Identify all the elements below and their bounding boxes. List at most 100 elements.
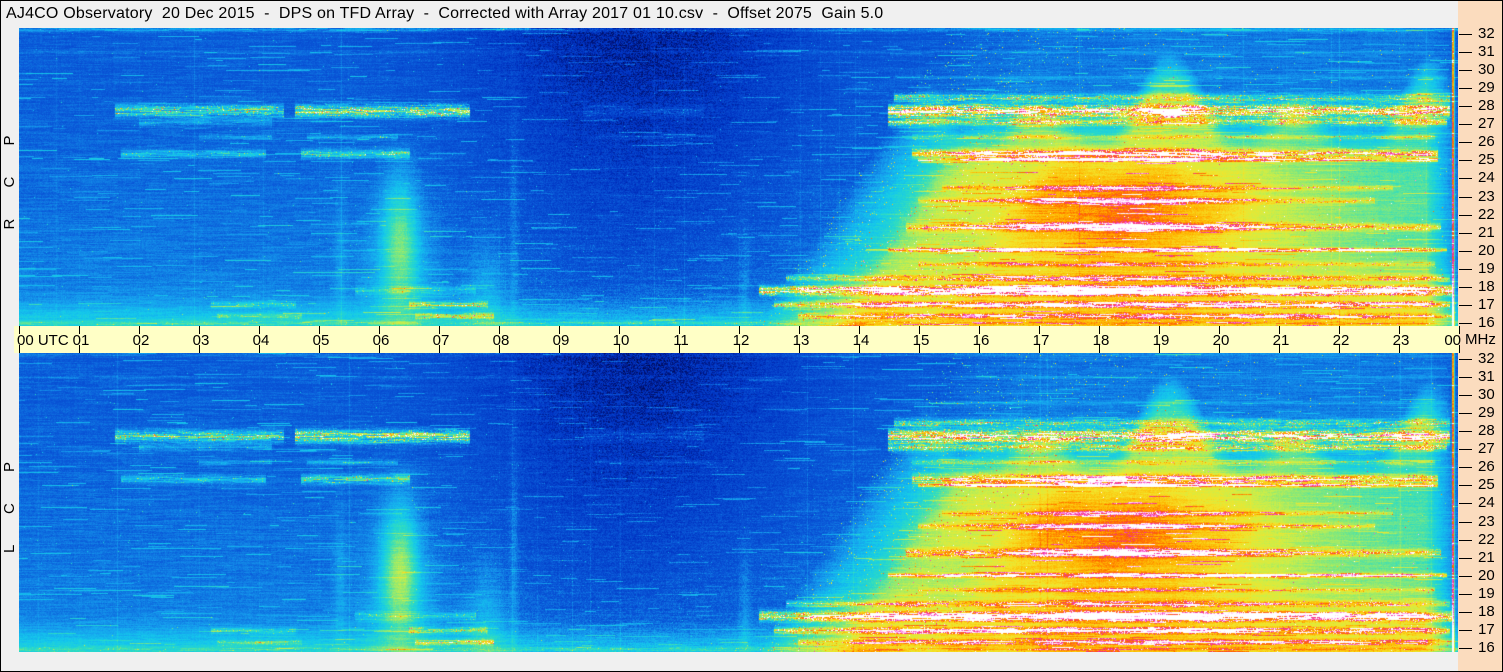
freq-tick <box>1459 251 1472 252</box>
hour-label: 04 <box>252 332 270 349</box>
freq-label: 27 <box>1478 440 1495 457</box>
hour-label: 07 <box>432 332 450 349</box>
freq-label: 23 <box>1478 513 1495 530</box>
freq-tick <box>1459 233 1472 234</box>
freq-label: 16 <box>1478 314 1495 331</box>
hour-label: 14 <box>852 332 870 349</box>
hour-label: 21 <box>1272 332 1290 349</box>
freq-label: 23 <box>1478 188 1495 205</box>
freq-label: 32 <box>1478 25 1495 42</box>
freq-tick <box>1459 377 1472 378</box>
freq-tick <box>1459 359 1472 360</box>
hour-label: 00 UTC <box>17 332 69 349</box>
freq-label: 28 <box>1478 422 1495 439</box>
freq-label: 22 <box>1478 531 1495 548</box>
freq-label: 32 <box>1478 350 1495 367</box>
freq-tick <box>1459 594 1472 595</box>
freq-label: 25 <box>1478 151 1495 168</box>
freq-label: 18 <box>1478 603 1495 620</box>
freq-tick <box>1459 287 1472 288</box>
hour-label: 10 <box>612 332 630 349</box>
freq-label: 29 <box>1478 79 1495 96</box>
freq-label: 21 <box>1478 224 1495 241</box>
freq-tick <box>1459 503 1472 504</box>
spectrogram-window: AJ4CO Observatory 20 Dec 2015 - DPS on T… <box>0 0 1503 672</box>
hour-label: 12 <box>732 332 750 349</box>
hour-label: 22 <box>1332 332 1350 349</box>
hour-label: 05 <box>312 332 330 349</box>
freq-tick <box>1459 178 1472 179</box>
spectrogram-rcp <box>19 28 1458 326</box>
polarization-label-rcp: R C P <box>1 124 18 230</box>
hour-label: 16 <box>972 332 990 349</box>
freq-tick <box>1459 576 1472 577</box>
freq-tick <box>1459 522 1472 523</box>
freq-tick <box>1459 558 1472 559</box>
freq-label: 28 <box>1478 97 1495 114</box>
freq-tick <box>1459 215 1472 216</box>
freq-tick <box>1459 431 1472 432</box>
hour-label: 00 <box>1444 332 1461 349</box>
freq-tick <box>1459 142 1472 143</box>
freq-tick <box>1459 305 1472 306</box>
freq-tick <box>1459 160 1472 161</box>
freq-tick <box>1459 88 1472 89</box>
freq-label: 31 <box>1478 368 1495 385</box>
title-bar: AJ4CO Observatory 20 Dec 2015 - DPS on T… <box>1 1 1458 27</box>
freq-tick <box>1459 612 1472 613</box>
freq-tick <box>1459 34 1472 35</box>
hour-label: 18 <box>1092 332 1110 349</box>
freq-label: 20 <box>1478 242 1495 259</box>
freq-tick <box>1459 630 1472 631</box>
hour-label: 15 <box>912 332 930 349</box>
page-title: AJ4CO Observatory 20 Dec 2015 - DPS on T… <box>6 5 884 22</box>
freq-tick <box>1459 70 1472 71</box>
freq-label: 31 <box>1478 43 1495 60</box>
freq-label: 16 <box>1478 639 1495 656</box>
freq-label: 26 <box>1478 458 1495 475</box>
hour-label: 23 <box>1392 332 1410 349</box>
freq-label: 18 <box>1478 278 1495 295</box>
polarization-label-lcp: L C P <box>1 451 18 553</box>
freq-tick <box>1459 413 1472 414</box>
freq-tick <box>1459 124 1472 125</box>
freq-tick <box>1459 106 1472 107</box>
hour-label: 19 <box>1152 332 1170 349</box>
freq-label: 25 <box>1478 476 1495 493</box>
hour-label: 09 <box>552 332 570 349</box>
hour-label: 08 <box>492 332 510 349</box>
hour-label: 01 <box>72 332 90 349</box>
hour-label: 17 <box>1032 332 1050 349</box>
freq-tick <box>1459 449 1472 450</box>
hour-label: 02 <box>132 332 150 349</box>
freq-tick <box>1459 197 1472 198</box>
hour-label: 06 <box>372 332 390 349</box>
freq-label: 17 <box>1478 621 1495 638</box>
freq-tick <box>1459 648 1472 649</box>
freq-label: 19 <box>1478 260 1495 277</box>
freq-tick <box>1459 540 1472 541</box>
freq-tick <box>1459 395 1472 396</box>
freq-tick <box>1459 323 1472 324</box>
freq-tick <box>1459 269 1472 270</box>
freq-label: 17 <box>1478 296 1495 313</box>
hour-label: 13 <box>792 332 810 349</box>
freq-tick <box>1459 467 1472 468</box>
freq-label: 24 <box>1478 494 1495 511</box>
freq-label: 22 <box>1478 206 1495 223</box>
time-axis-band: 00 UTC 01 02 03 04 05 06 07 08 09 10 11 12 13 14 15 16 17… <box>14 326 1461 353</box>
spectrogram-lcp <box>19 353 1458 652</box>
freq-tick <box>1459 52 1472 53</box>
freq-tick <box>1459 485 1472 486</box>
freq-unit-label: MHz <box>1465 331 1496 348</box>
freq-label: 30 <box>1478 386 1495 403</box>
freq-label: 29 <box>1478 404 1495 421</box>
freq-label: 27 <box>1478 115 1495 132</box>
freq-label: 26 <box>1478 133 1495 150</box>
hour-label: 20 <box>1212 332 1230 349</box>
hour-label: 03 <box>192 332 210 349</box>
freq-label: 20 <box>1478 567 1495 584</box>
hour-label: 11 <box>673 332 689 349</box>
freq-label: 24 <box>1478 169 1495 186</box>
freq-label: 21 <box>1478 549 1495 566</box>
